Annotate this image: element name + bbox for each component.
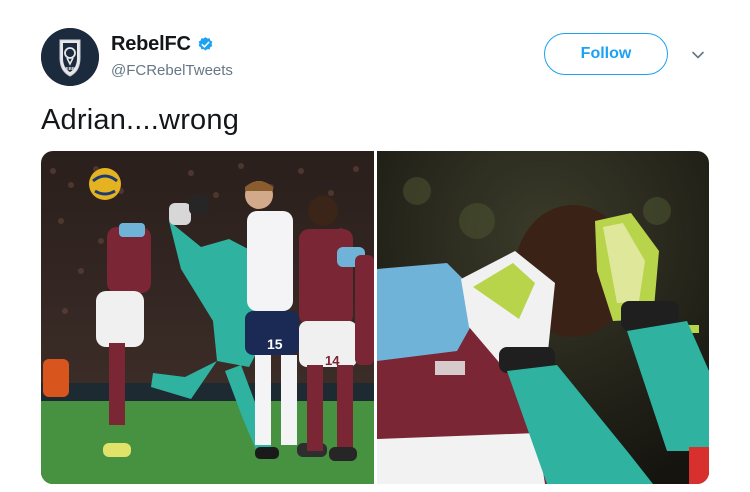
display-name[interactable]: RebelFC	[111, 33, 191, 56]
author-name-row: RebelFC	[111, 33, 214, 56]
follow-button[interactable]: Follow	[544, 33, 668, 75]
photo-goalkeeper-punch[interactable]: 15 14	[41, 151, 374, 484]
avatar[interactable]: REBEL	[41, 28, 99, 86]
media-grid: 15 14	[41, 151, 709, 484]
shirt-number-15: 15	[267, 336, 283, 352]
chevron-down-icon[interactable]	[690, 47, 706, 63]
photo-player-face-in-hands[interactable]	[377, 151, 709, 484]
verified-badge-icon	[198, 37, 213, 51]
user-handle[interactable]: @FCRebelTweets	[111, 62, 233, 79]
tweet-text: Adrian....wrong	[41, 104, 240, 136]
tweet-card: REBEL RebelFC @FCRebelTweets Follow Adri…	[0, 0, 750, 492]
avatar-badge-text: REBEL	[62, 66, 78, 71]
